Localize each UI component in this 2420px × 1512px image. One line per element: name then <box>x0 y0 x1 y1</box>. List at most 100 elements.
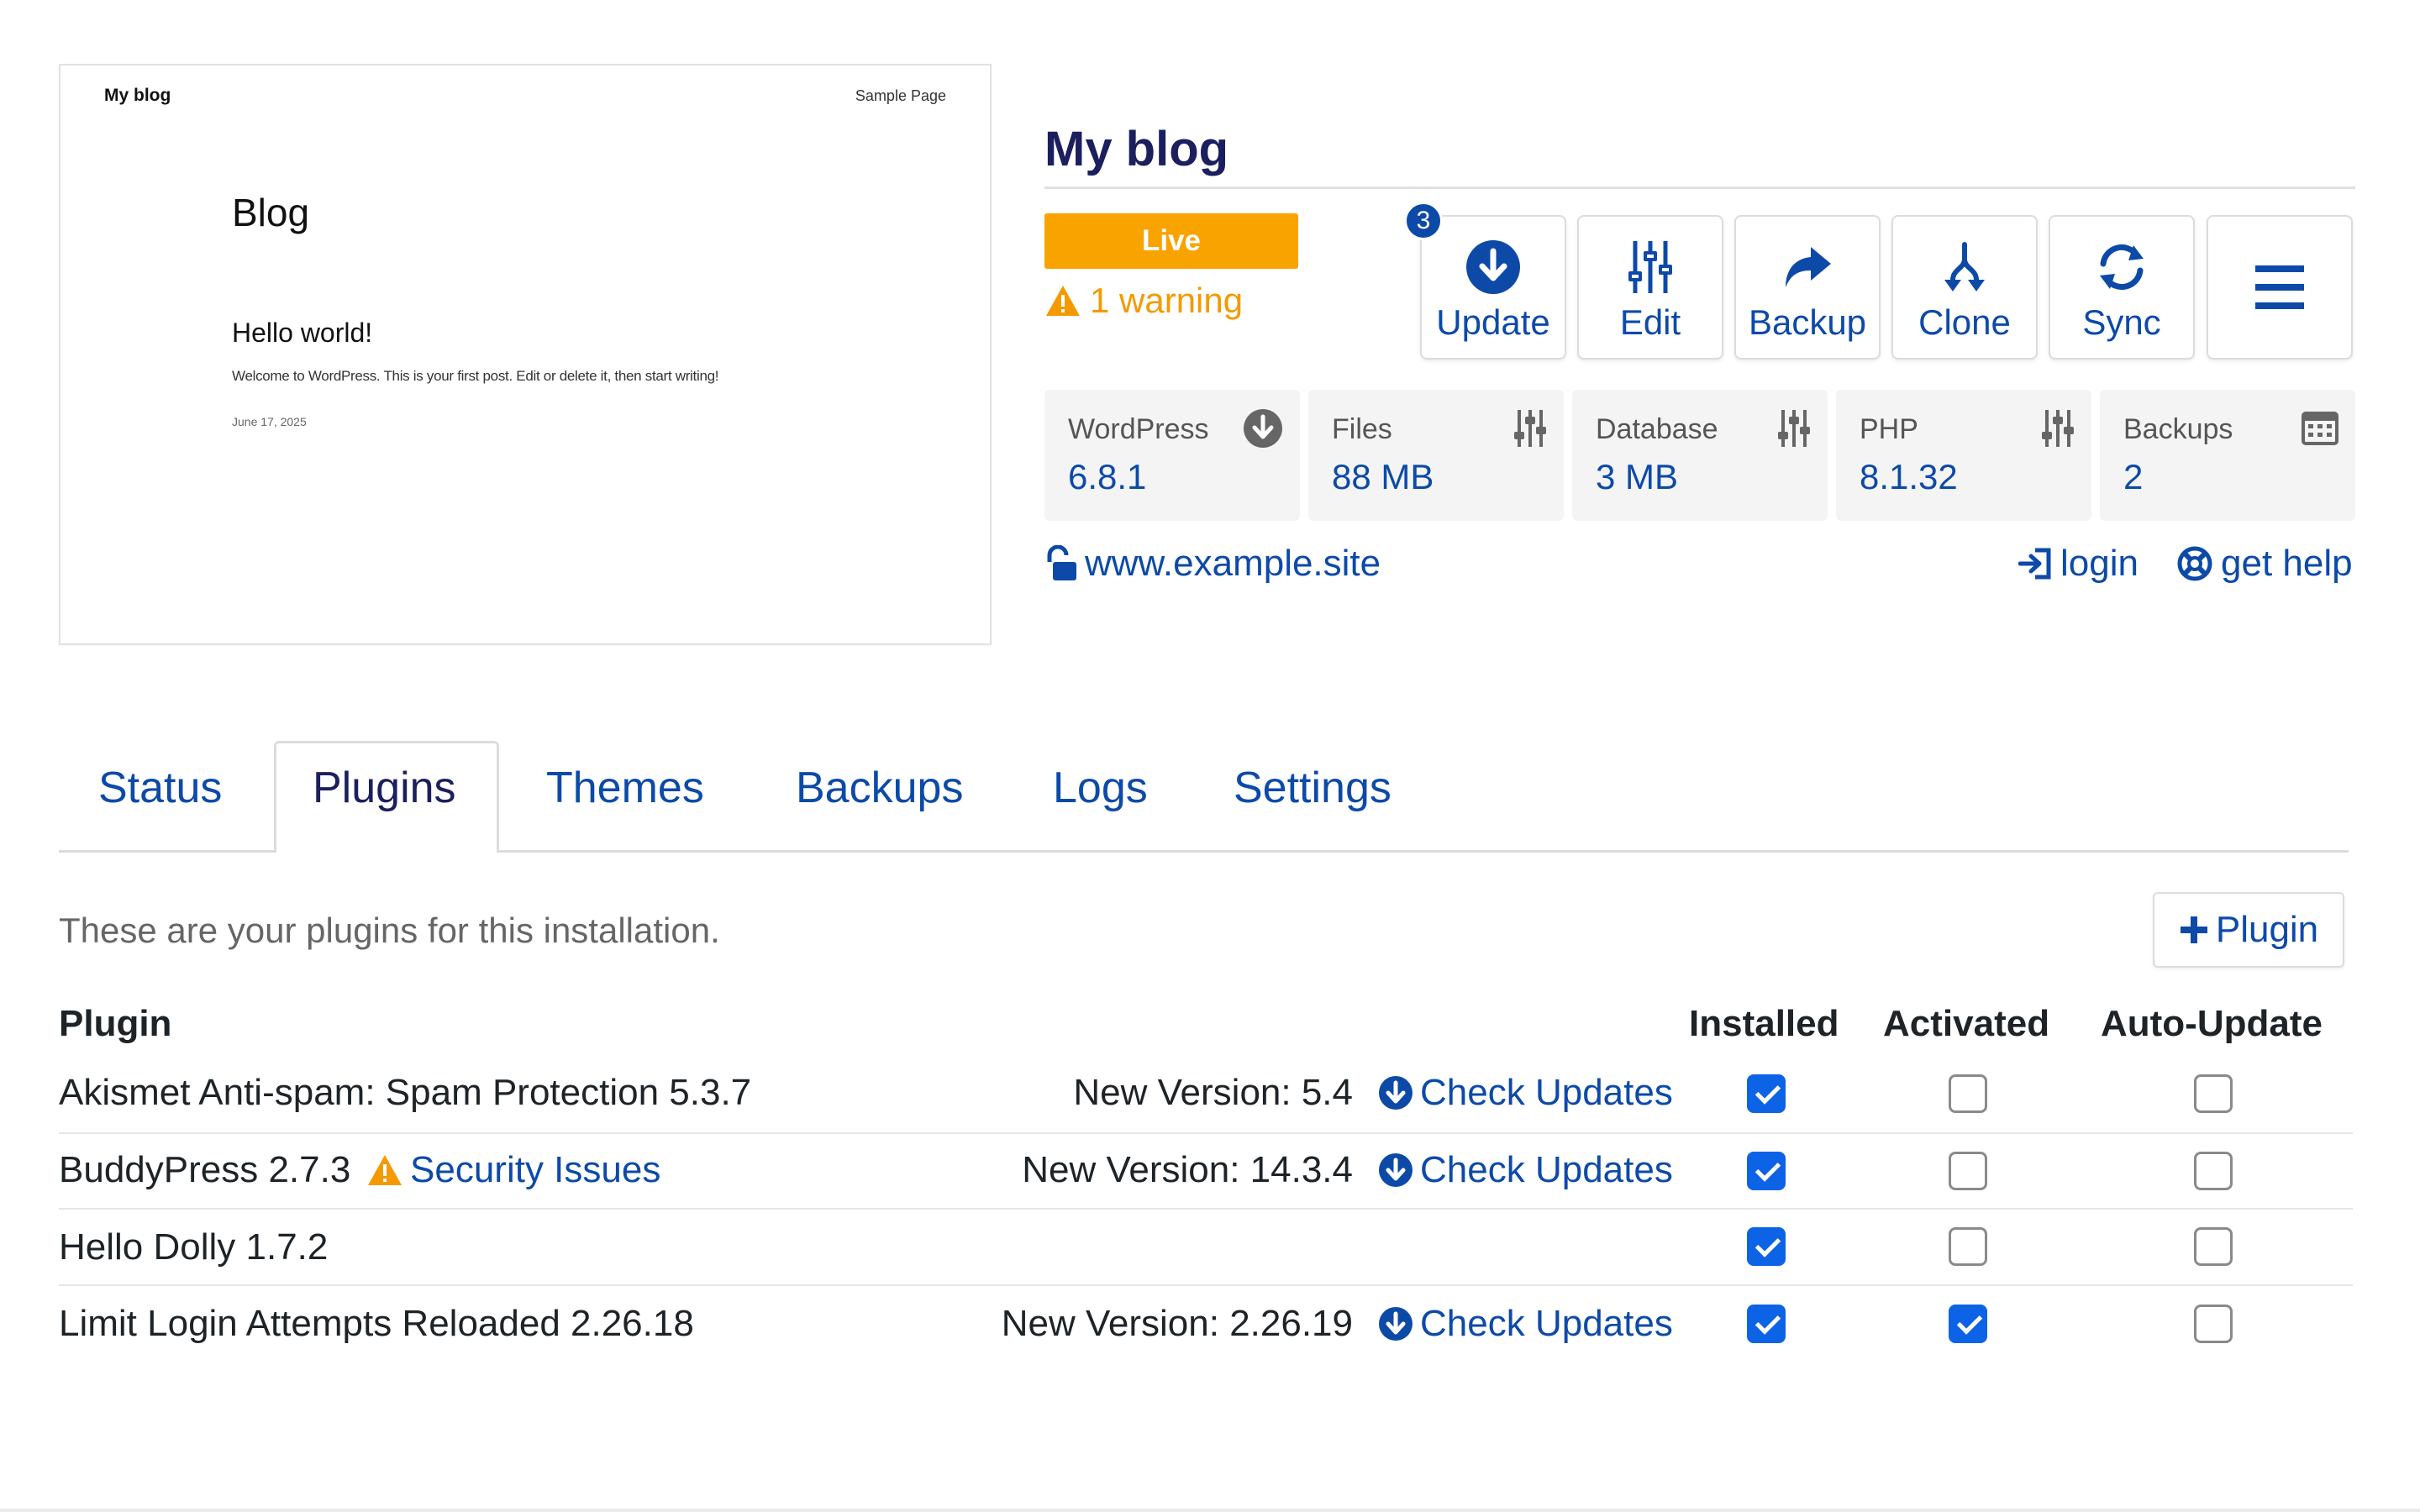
activated-checkbox[interactable] <box>1949 1152 1987 1190</box>
preview-nav: Sample Page <box>855 87 946 104</box>
wordpress-label: WordPress <box>1068 413 1209 445</box>
download-circle-icon <box>1379 1153 1413 1187</box>
bottom-edge <box>0 1509 2420 1512</box>
sign-in-icon <box>2018 548 2051 580</box>
tab-plugins[interactable]: Plugins <box>313 763 456 813</box>
new-version: New Version: 14.3.4 <box>1022 1149 1353 1190</box>
warning-link[interactable]: 1 warning <box>1044 281 1243 321</box>
unlock-icon <box>1047 545 1076 580</box>
auto-update-checkbox[interactable] <box>2194 1227 2233 1266</box>
security-issues-link[interactable]: Security Issues <box>366 1149 660 1191</box>
row-divider <box>59 1132 2353 1134</box>
installed-checkbox[interactable] <box>1747 1305 1786 1343</box>
check-updates-label: Check Updates <box>1420 1303 1673 1344</box>
auto-update-checkbox[interactable] <box>2194 1074 2233 1113</box>
preview-brand: My blog <box>104 86 171 105</box>
tab-themes[interactable]: Themes <box>546 763 704 813</box>
tab-status[interactable]: Status <box>98 763 222 813</box>
title-divider <box>1044 186 2355 189</box>
installed-checkbox[interactable] <box>1747 1074 1786 1113</box>
get-help-text: get help <box>2221 543 2353 584</box>
tab-logs[interactable]: Logs <box>1053 763 1148 813</box>
plugin-name: BuddyPress 2.7.3 <box>59 1149 351 1190</box>
get-help-link[interactable]: get help <box>2177 543 2353 585</box>
row-divider <box>59 1284 2353 1286</box>
add-plugin-label: Plugin <box>2215 909 2319 950</box>
preview-post-title: Hello world! <box>232 318 373 348</box>
site-preview[interactable]: My blog Sample Page Blog Hello world! We… <box>59 64 992 645</box>
update-button[interactable]: Update <box>1420 215 1566 360</box>
header-auto-update: Auto-Update <box>2101 1003 2323 1044</box>
plus-icon <box>2180 916 2207 943</box>
row-divider <box>59 1208 2353 1210</box>
installed-checkbox[interactable] <box>1747 1227 1786 1266</box>
edit-label: Edit <box>1619 302 1681 342</box>
check-updates-label: Check Updates <box>1420 1149 1673 1190</box>
plugin-name: Limit Login Attempts Reloaded 2.26.18 <box>59 1303 694 1344</box>
sync-label: Sync <box>2082 302 2161 342</box>
files-tile[interactable]: Files 88 MB <box>1308 390 1564 521</box>
tab-backups[interactable]: Backups <box>796 763 963 813</box>
files-label: Files <box>1332 413 1392 445</box>
preview-title: Blog <box>232 191 310 234</box>
auto-update-checkbox[interactable] <box>2194 1305 2233 1343</box>
header-installed: Installed <box>1689 1003 1839 1044</box>
php-tile[interactable]: PHP 8.1.32 <box>1836 390 2091 521</box>
activated-checkbox[interactable] <box>1949 1305 1987 1343</box>
wordpress-tile[interactable]: WordPress 6.8.1 <box>1044 390 1300 521</box>
backups-count: 2 <box>2123 457 2144 496</box>
backups-label: Backups <box>2123 413 2233 445</box>
download-circle-icon <box>1466 240 1520 294</box>
download-circle-icon <box>1379 1307 1413 1341</box>
download-circle-icon[interactable] <box>1243 408 1283 449</box>
edit-button[interactable]: Edit <box>1577 215 1723 360</box>
warning-text: 1 warning <box>1090 281 1244 320</box>
check-updates-link[interactable]: Check Updates <box>1378 1072 1673 1114</box>
clone-button[interactable]: Clone <box>1891 215 2038 360</box>
add-plugin-button[interactable]: Plugin <box>2153 892 2344 968</box>
sliders-icon[interactable] <box>1777 408 1811 449</box>
installed-checkbox[interactable] <box>1747 1152 1786 1190</box>
backup-label: Backup <box>1748 302 1867 342</box>
site-url: www.example.site <box>1085 543 1381 584</box>
clone-label: Clone <box>1918 302 2011 342</box>
status-badge: Live <box>1044 213 1298 269</box>
new-version: New Version: 2.26.19 <box>1001 1303 1353 1344</box>
database-tile[interactable]: Database 3 MB <box>1572 390 1828 521</box>
files-size: 88 MB <box>1332 457 1434 496</box>
calendar-icon[interactable] <box>2302 408 2338 445</box>
database-label: Database <box>1596 413 1718 445</box>
sync-icon <box>2100 244 2144 290</box>
backups-tile[interactable]: Backups 2 <box>2100 390 2355 521</box>
auto-update-checkbox[interactable] <box>2194 1152 2233 1190</box>
activated-checkbox[interactable] <box>1949 1227 1987 1266</box>
tab-settings[interactable]: Settings <box>1234 763 1392 813</box>
sliders-icon <box>1628 241 1672 293</box>
hamburger-menu-icon <box>2255 265 2304 309</box>
header-activated: Activated <box>1883 1003 2050 1044</box>
update-label: Update <box>1436 302 1550 342</box>
php-version: 8.1.32 <box>1860 457 1958 496</box>
activated-checkbox[interactable] <box>1949 1074 1987 1113</box>
menu-button[interactable] <box>2207 215 2353 360</box>
plugin-name: Hello Dolly 1.7.2 <box>59 1226 329 1268</box>
site-title: My blog <box>1044 122 1229 176</box>
new-version: New Version: 5.4 <box>1073 1072 1353 1113</box>
login-text: login <box>2060 543 2139 584</box>
wordpress-version: 6.8.1 <box>1068 457 1147 496</box>
sliders-icon[interactable] <box>1513 408 1547 449</box>
download-circle-icon <box>1379 1076 1413 1110</box>
site-url-link[interactable]: www.example.site <box>1044 543 1381 585</box>
check-updates-link[interactable]: Check Updates <box>1378 1303 1673 1345</box>
sliders-icon[interactable] <box>2041 408 2075 449</box>
check-updates-link[interactable]: Check Updates <box>1378 1149 1673 1191</box>
preview-excerpt: Welcome to WordPress. This is your first… <box>232 368 719 384</box>
sync-button[interactable]: Sync <box>2049 215 2195 360</box>
database-size: 3 MB <box>1596 457 1679 496</box>
login-link[interactable]: login <box>2018 543 2139 585</box>
security-issues-label: Security Issues <box>410 1149 661 1190</box>
warning-icon <box>368 1155 402 1185</box>
clone-branch-icon <box>1944 242 1985 291</box>
plugin-name: Akismet Anti-spam: Spam Protection 5.3.7 <box>59 1072 752 1113</box>
backup-button[interactable]: Backup <box>1734 215 1881 360</box>
